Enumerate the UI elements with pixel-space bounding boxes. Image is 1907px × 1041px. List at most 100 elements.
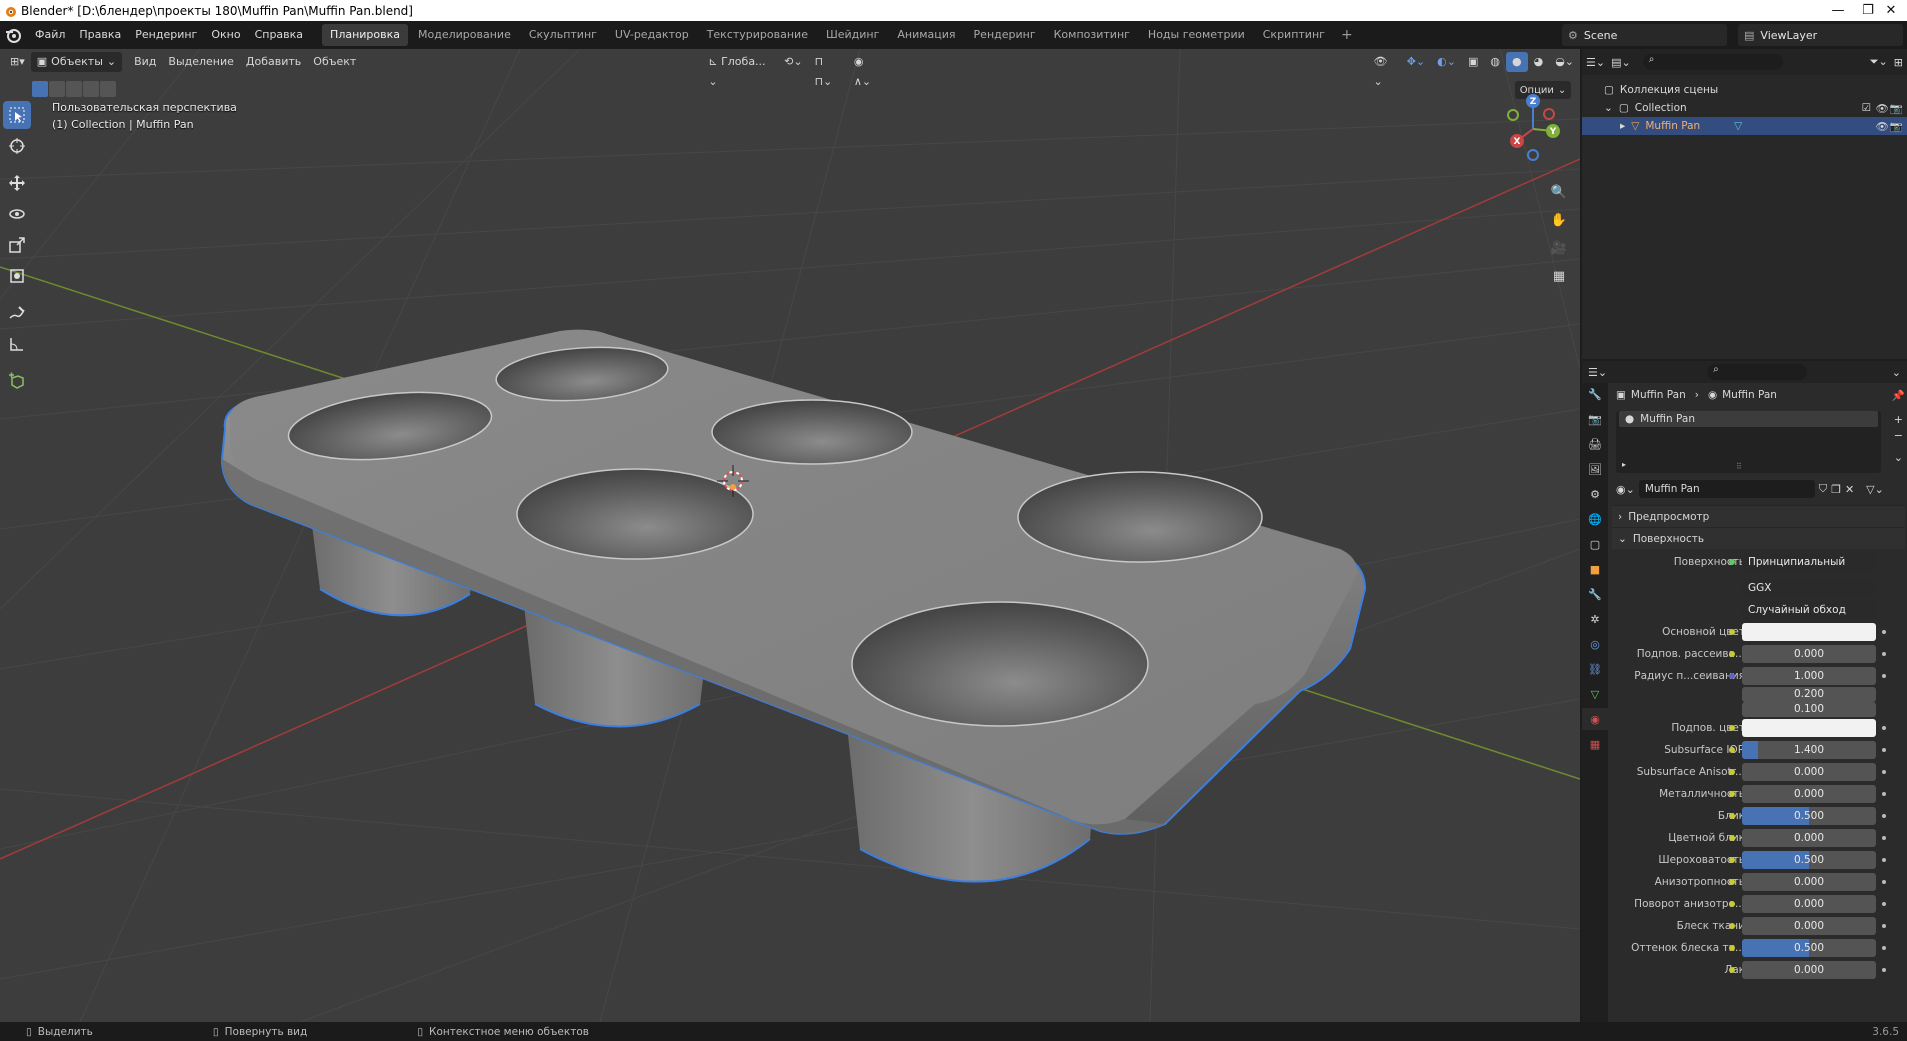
preview-panel-header[interactable]: › Предпросмотр	[1612, 505, 1905, 527]
input-socket-icon[interactable]	[1729, 857, 1735, 863]
render-camera-icon[interactable]: 📷	[1890, 102, 1903, 115]
editor-type-icon[interactable]: ⊞▾	[4, 52, 31, 72]
outliner-collection[interactable]: ⌄ ▢ Collection ☑ 👁 📷	[1582, 99, 1907, 117]
input-socket-icon[interactable]	[1729, 747, 1735, 753]
object-tab-icon[interactable]: ■	[1582, 558, 1608, 580]
overlay-toggle-icon[interactable]: ◐⌄	[1431, 52, 1462, 72]
value-slider[interactable]: 0.000	[1742, 829, 1876, 847]
keyframe-dot-icon[interactable]	[1882, 880, 1886, 884]
viewport-scene[interactable]	[0, 49, 1580, 1022]
input-socket-icon[interactable]	[1729, 879, 1735, 885]
keyframe-dot-icon[interactable]	[1882, 902, 1886, 906]
input-socket-icon[interactable]	[1729, 901, 1735, 907]
menu-window[interactable]: Окно	[204, 21, 247, 49]
material-slot-list[interactable]: ● Muffin Pan ▸ ⠿	[1616, 411, 1881, 473]
input-socket-icon[interactable]	[1729, 629, 1735, 635]
pan-hand-icon[interactable]: ✋	[1546, 207, 1572, 233]
select-subtract-icon[interactable]	[66, 81, 82, 97]
tab-scripting[interactable]: Скриптинг	[1255, 24, 1333, 46]
blender-logo-icon[interactable]	[4, 26, 22, 44]
tab-shading[interactable]: Шейдинг	[818, 24, 887, 46]
value-slider[interactable]: 0.000	[1742, 763, 1876, 781]
input-socket-icon[interactable]	[1729, 791, 1735, 797]
tab-compositing[interactable]: Композитинг	[1046, 24, 1138, 46]
value-slider[interactable]: 0.000	[1742, 873, 1876, 891]
value-slider[interactable]: 0.000	[1742, 895, 1876, 913]
tab-rendering[interactable]: Рендеринг	[966, 24, 1044, 46]
tab-layout[interactable]: Планировка	[322, 24, 409, 46]
filter-icon[interactable]: ⏷⌄	[1870, 55, 1888, 69]
tab-modeling[interactable]: Моделирование	[410, 24, 519, 46]
select-new-icon[interactable]	[32, 81, 48, 97]
pin-icon[interactable]: 📌	[1892, 389, 1905, 402]
surface-shader-field[interactable]: Принципиальный BSDF	[1742, 553, 1876, 571]
scene-selector[interactable]: ⚙ Scene	[1562, 24, 1727, 46]
menu-render[interactable]: Рендеринг	[128, 21, 204, 49]
keyframe-dot-icon[interactable]	[1882, 630, 1886, 634]
new-collection-icon[interactable]: ⊞	[1894, 56, 1903, 69]
annotate-tool[interactable]	[3, 299, 31, 327]
keyframe-dot-icon[interactable]	[1882, 770, 1886, 774]
camera-icon[interactable]: 🎥	[1546, 235, 1572, 261]
value-slider[interactable]: 0.500	[1742, 939, 1876, 957]
material-slot[interactable]: ● Muffin Pan	[1619, 411, 1878, 427]
navigation-gizmo[interactable]: Z Y X	[1493, 89, 1573, 169]
keyframe-dot-icon[interactable]	[1882, 792, 1886, 796]
modifier-tab-icon[interactable]: 🔧	[1582, 583, 1608, 605]
add-slot-button[interactable]: +	[1894, 413, 1903, 426]
menu-view[interactable]: Вид	[128, 52, 162, 72]
transform-orientation-dropdown[interactable]: ⊾ Глоба... ⌄	[702, 52, 778, 88]
eye-icon[interactable]: 👁	[1876, 120, 1889, 133]
eye-icon[interactable]: 👁	[1876, 102, 1889, 115]
link-type-icon[interactable]: ▽⌄	[1866, 483, 1884, 496]
subsurface-method-dropdown[interactable]: Случайный обход	[1742, 601, 1876, 619]
view-layer-tab-icon[interactable]: 🖼	[1582, 458, 1608, 480]
value-slider[interactable]: 1.400	[1742, 741, 1876, 759]
value-slider[interactable]: 0.000	[1742, 785, 1876, 803]
keyframe-dot-icon[interactable]	[1882, 652, 1886, 656]
value-slider[interactable]: 0.000	[1742, 645, 1876, 663]
input-socket-icon[interactable]	[1729, 651, 1735, 657]
input-socket-icon[interactable]	[1729, 725, 1735, 731]
ortho-grid-icon[interactable]: ▦	[1546, 263, 1572, 289]
physics-tab-icon[interactable]: ◎	[1582, 633, 1608, 655]
outliner-search-field[interactable]: ⌕	[1642, 54, 1783, 70]
duplicate-material-icon[interactable]: ❐	[1831, 483, 1841, 496]
measure-tool[interactable]	[3, 330, 31, 358]
add-workspace-button[interactable]: +	[1335, 27, 1359, 43]
xray-icon[interactable]: ▣	[1462, 52, 1484, 72]
outliner-display-mode-icon[interactable]: ▤⌄	[1611, 56, 1631, 69]
output-tab-icon[interactable]: 🖨	[1582, 433, 1608, 455]
value-slider[interactable]: 0.500	[1742, 851, 1876, 869]
value-slider[interactable]: 0.000	[1742, 961, 1876, 979]
menu-edit[interactable]: Правка	[72, 21, 128, 49]
constraints-tab-icon[interactable]: ⛓	[1582, 658, 1608, 680]
tab-geometry-nodes[interactable]: Ноды геометрии	[1140, 24, 1253, 46]
scale-tool[interactable]	[3, 231, 31, 259]
menu-object[interactable]: Объект	[307, 52, 362, 72]
select-box-tool[interactable]	[3, 101, 31, 129]
material-tab-icon[interactable]: ◉	[1582, 708, 1608, 730]
mode-dropdown[interactable]: ▣ Объекты ⌄	[30, 52, 123, 72]
input-socket-icon[interactable]	[1729, 835, 1735, 841]
select-invert-icon[interactable]	[83, 81, 99, 97]
input-socket-icon[interactable]	[1729, 945, 1735, 951]
value-slider[interactable]: 0.100	[1742, 702, 1876, 717]
input-socket-icon[interactable]	[1729, 813, 1735, 819]
keyframe-dot-icon[interactable]	[1882, 726, 1886, 730]
menu-file[interactable]: Файл	[28, 21, 72, 49]
keyframe-dot-icon[interactable]	[1882, 836, 1886, 840]
render-camera-icon[interactable]: 📷	[1890, 120, 1903, 133]
color-swatch[interactable]	[1742, 719, 1876, 737]
material-browse-icon[interactable]: ◉⌄	[1616, 483, 1635, 496]
value-slider[interactable]: 0.500	[1742, 807, 1876, 825]
keyframe-dot-icon[interactable]	[1882, 946, 1886, 950]
expand-arrow-icon[interactable]: ⌄	[1604, 102, 1613, 114]
slot-menu-button[interactable]: ⌄	[1894, 451, 1903, 464]
scene-tab-icon[interactable]: ⚙	[1582, 483, 1608, 505]
menu-select[interactable]: Выделение	[162, 52, 240, 72]
outliner-editor-type-icon[interactable]: ☰⌄	[1586, 56, 1605, 69]
tool-tab-icon[interactable]: 🔧	[1582, 383, 1608, 405]
input-socket-icon[interactable]	[1729, 967, 1735, 973]
pivot-icon[interactable]: ⟲⌄	[778, 52, 808, 72]
